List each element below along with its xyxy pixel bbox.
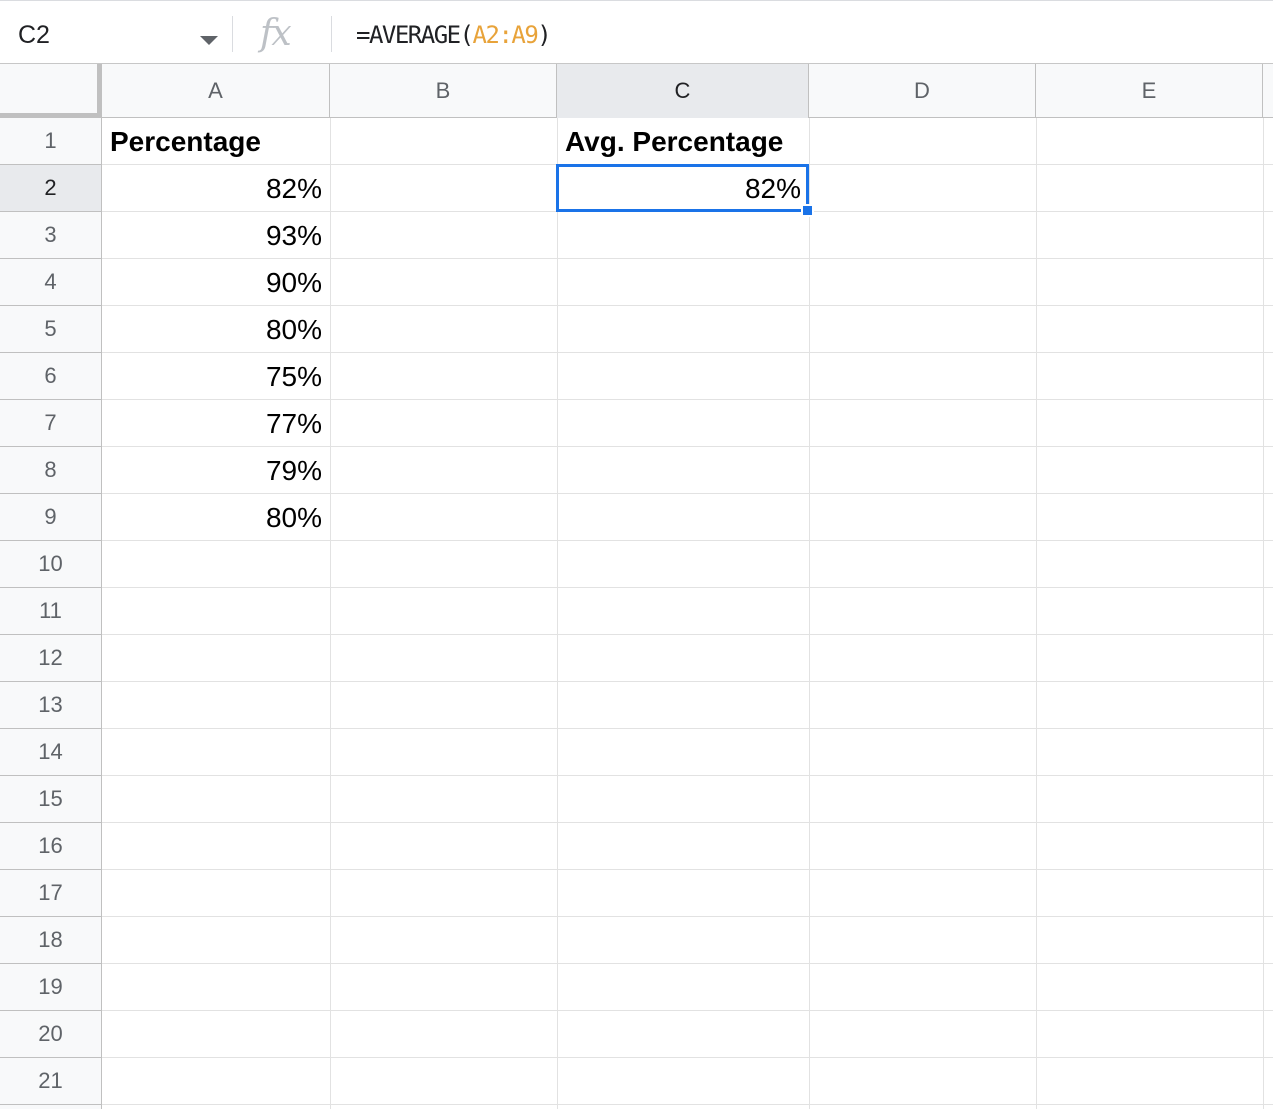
formula-reference: A2:A9: [472, 21, 539, 49]
row-divider: [0, 869, 1273, 870]
chevron-down-icon[interactable]: [200, 36, 218, 45]
cell-a3[interactable]: 93%: [102, 212, 330, 259]
active-cell-selection: [556, 164, 809, 212]
row-header-10[interactable]: 10: [0, 541, 102, 588]
row-header-4[interactable]: 4: [0, 259, 102, 306]
row-divider: [0, 1104, 1273, 1105]
row-divider: [0, 822, 1273, 823]
cell-a7[interactable]: 77%: [102, 400, 330, 447]
row-header-15[interactable]: 15: [0, 776, 102, 823]
cell-a2[interactable]: 82%: [102, 165, 330, 212]
column-header-a[interactable]: A: [102, 64, 330, 118]
formula-bar: C2 fx =AVERAGE(A2:A9): [0, 0, 1273, 64]
row-divider: [0, 681, 1273, 682]
column-header-e[interactable]: E: [1036, 64, 1263, 118]
row-header-5[interactable]: 5: [0, 306, 102, 353]
cell-a9[interactable]: 80%: [102, 494, 330, 541]
row-divider: [0, 634, 1273, 635]
cell-c1[interactable]: Avg. Percentage: [557, 118, 809, 165]
row-divider: [0, 1010, 1273, 1011]
row-header-16[interactable]: 16: [0, 823, 102, 870]
fx-icon: fx: [260, 13, 292, 54]
formula-prefix: =AVERAGE(: [356, 21, 474, 49]
row-header-12[interactable]: 12: [0, 635, 102, 682]
row-header-7[interactable]: 7: [0, 400, 102, 447]
row-divider: [0, 963, 1273, 964]
formula-input[interactable]: =AVERAGE(A2:A9): [356, 21, 552, 49]
cell-a6[interactable]: 75%: [102, 353, 330, 400]
row-header-3[interactable]: 3: [0, 212, 102, 259]
column-header-c[interactable]: C: [557, 64, 809, 118]
column-header-d[interactable]: D: [809, 64, 1036, 118]
cell-a5[interactable]: 80%: [102, 306, 330, 353]
row-header-19[interactable]: 19: [0, 964, 102, 1011]
row-header-2[interactable]: 2: [0, 165, 102, 212]
row-header-6[interactable]: 6: [0, 353, 102, 400]
row-header-1[interactable]: 1: [0, 118, 102, 165]
separator: [232, 16, 233, 52]
fill-handle[interactable]: [801, 204, 814, 217]
row-header-11[interactable]: 11: [0, 588, 102, 635]
row-header-20[interactable]: 20: [0, 1011, 102, 1058]
row-divider: [0, 587, 1273, 588]
select-all-corner[interactable]: [0, 64, 102, 118]
row-header-17[interactable]: 17: [0, 870, 102, 917]
row-divider: [0, 1057, 1273, 1058]
cell-a8[interactable]: 79%: [102, 447, 330, 494]
name-box[interactable]: C2: [0, 1, 232, 64]
row-header-13[interactable]: 13: [0, 682, 102, 729]
row-header-8[interactable]: 8: [0, 447, 102, 494]
row-header-14[interactable]: 14: [0, 729, 102, 776]
cell-a1[interactable]: Percentage: [102, 118, 330, 165]
formula-suffix: ): [537, 21, 551, 49]
row-divider: [0, 728, 1273, 729]
row-divider: [0, 775, 1273, 776]
row-header-9[interactable]: 9: [0, 494, 102, 541]
cell-a4[interactable]: 90%: [102, 259, 330, 306]
row-header-21[interactable]: 21: [0, 1058, 102, 1105]
row-header-18[interactable]: 18: [0, 917, 102, 964]
column-header-b[interactable]: B: [330, 64, 557, 118]
row-divider: [0, 916, 1273, 917]
separator: [331, 16, 332, 52]
name-box-value: C2: [18, 21, 50, 49]
